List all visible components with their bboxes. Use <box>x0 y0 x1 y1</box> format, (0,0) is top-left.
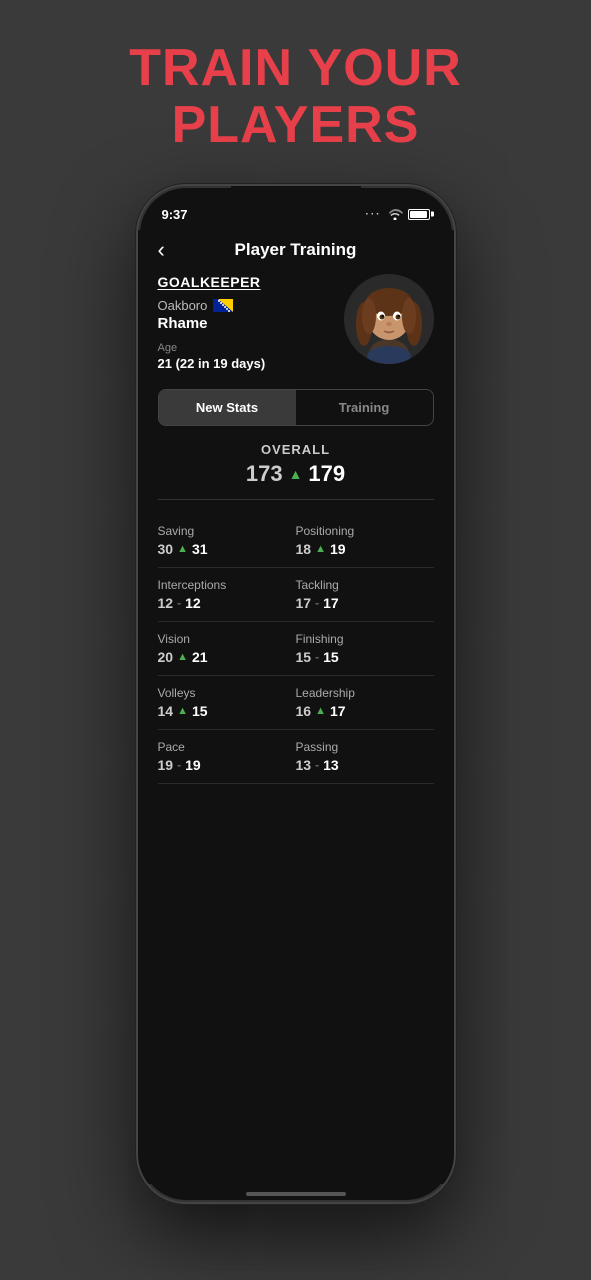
stat-arrow-icon: ▲ <box>177 651 188 663</box>
stat-dash: - <box>315 596 319 610</box>
stat-old-value: 14 <box>158 703 174 719</box>
stat-item-passing: Passing 13 - 13 <box>296 730 434 784</box>
overall-new: 179 <box>308 461 345 487</box>
signal-dots: ··· <box>366 209 382 220</box>
stat-name: Passing <box>296 740 434 754</box>
stat-name: Positioning <box>296 524 434 538</box>
stat-name: Saving <box>158 524 296 538</box>
screen-title: Player Training <box>235 240 357 260</box>
stat-arrow-icon: ▲ <box>177 705 188 717</box>
position-label: GOALKEEPER <box>158 274 344 290</box>
player-avatar <box>344 274 434 364</box>
phone-notch <box>231 186 361 214</box>
stat-values: 18▲ 19 <box>296 541 434 557</box>
stat-old-value: 16 <box>296 703 312 719</box>
nav-header: ‹ Player Training <box>158 230 434 274</box>
stat-item-leadership: Leadership 16▲ 17 <box>296 676 434 730</box>
back-button[interactable]: ‹ <box>158 237 165 263</box>
stat-old-value: 19 <box>158 757 174 773</box>
stat-new-value: 15 <box>323 649 339 665</box>
stat-new-value: 31 <box>192 541 208 557</box>
stat-new-value: 12 <box>185 595 201 611</box>
battery-icon <box>408 209 430 220</box>
team-name: Oakboro <box>158 298 208 313</box>
stat-old-value: 12 <box>158 595 174 611</box>
stat-arrow-icon: ▲ <box>177 543 188 555</box>
wifi-icon <box>387 208 403 220</box>
player-section: GOALKEEPER Oakboro <box>158 274 434 371</box>
player-name: Rhame <box>158 315 344 332</box>
phone-frame: 9:37 ··· ‹ Player Training GOALKEEPER <box>136 184 456 1204</box>
stat-item-volleys: Volleys 14▲ 15 <box>158 676 296 730</box>
team-row: Oakboro <box>158 298 344 313</box>
age-value: 21 (22 in 19 days) <box>158 356 344 371</box>
stat-values: 16▲ 17 <box>296 703 434 719</box>
headline-line1: TRAIN YOUR <box>129 40 462 97</box>
stat-old-value: 18 <box>296 541 312 557</box>
stats-grid: Saving30▲31Positioning18▲19Interceptions… <box>158 514 434 784</box>
home-indicator <box>246 1192 346 1196</box>
tab-new-stats[interactable]: New Stats <box>159 390 296 425</box>
stat-values: 20▲ 21 <box>158 649 296 665</box>
stat-item-vision: Vision 20▲ 21 <box>158 622 296 676</box>
stat-name: Interceptions <box>158 578 296 592</box>
stat-item-tackling: Tackling 17 - 17 <box>296 568 434 622</box>
stat-name: Finishing <box>296 632 434 646</box>
stat-new-value: 17 <box>330 703 346 719</box>
flag-icon <box>213 299 233 312</box>
stat-dash: - <box>315 650 319 664</box>
stat-arrow-icon: ▲ <box>315 543 326 555</box>
stat-name: Pace <box>158 740 296 754</box>
stat-new-value: 15 <box>192 703 208 719</box>
tab-bar: New Stats Training <box>158 389 434 426</box>
headline: TRAIN YOUR PLAYERS <box>109 0 482 184</box>
stat-name: Vision <box>158 632 296 646</box>
avatar-illustration <box>344 274 434 364</box>
stat-new-value: 13 <box>323 757 339 773</box>
stat-name: Volleys <box>158 686 296 700</box>
stat-values: 15 - 15 <box>296 649 434 665</box>
overall-section: OVERALL 173 ▲ 179 <box>158 442 434 500</box>
stat-item-pace: Pace 19 - 19 <box>158 730 296 784</box>
stat-arrow-icon: ▲ <box>315 705 326 717</box>
overall-label: OVERALL <box>158 442 434 457</box>
stat-item-interceptions: Interceptions 12 - 12 <box>158 568 296 622</box>
status-icons: ··· <box>366 208 430 220</box>
age-label: Age <box>158 342 344 354</box>
stat-new-value: 17 <box>323 595 339 611</box>
stat-name: Tackling <box>296 578 434 592</box>
overall-values: 173 ▲ 179 <box>158 461 434 487</box>
tab-training[interactable]: Training <box>296 390 433 425</box>
stat-dash: - <box>315 758 319 772</box>
stat-dash: - <box>177 596 181 610</box>
stat-values: 12 - 12 <box>158 595 296 611</box>
status-time: 9:37 <box>162 207 188 222</box>
stat-values: 19 - 19 <box>158 757 296 773</box>
stat-new-value: 21 <box>192 649 208 665</box>
overall-old: 173 <box>246 461 283 487</box>
stat-old-value: 30 <box>158 541 174 557</box>
stat-name: Leadership <box>296 686 434 700</box>
stat-values: 17 - 17 <box>296 595 434 611</box>
stat-item-saving: Saving 30▲ 31 <box>158 514 296 568</box>
stat-old-value: 20 <box>158 649 174 665</box>
stat-item-finishing: Finishing 15 - 15 <box>296 622 434 676</box>
stat-values: 14▲ 15 <box>158 703 296 719</box>
stat-dash: - <box>177 758 181 772</box>
player-info: GOALKEEPER Oakboro <box>158 274 344 371</box>
stat-values: 30▲ 31 <box>158 541 296 557</box>
headline-line2: PLAYERS <box>129 97 462 154</box>
stat-new-value: 19 <box>330 541 346 557</box>
stat-item-positioning: Positioning 18▲ 19 <box>296 514 434 568</box>
stat-old-value: 13 <box>296 757 312 773</box>
stat-values: 13 - 13 <box>296 757 434 773</box>
app-screen[interactable]: ‹ Player Training GOALKEEPER Oakboro <box>138 230 454 1184</box>
stat-new-value: 19 <box>185 757 201 773</box>
overall-arrow: ▲ <box>289 466 303 482</box>
stat-old-value: 15 <box>296 649 312 665</box>
stat-old-value: 17 <box>296 595 312 611</box>
